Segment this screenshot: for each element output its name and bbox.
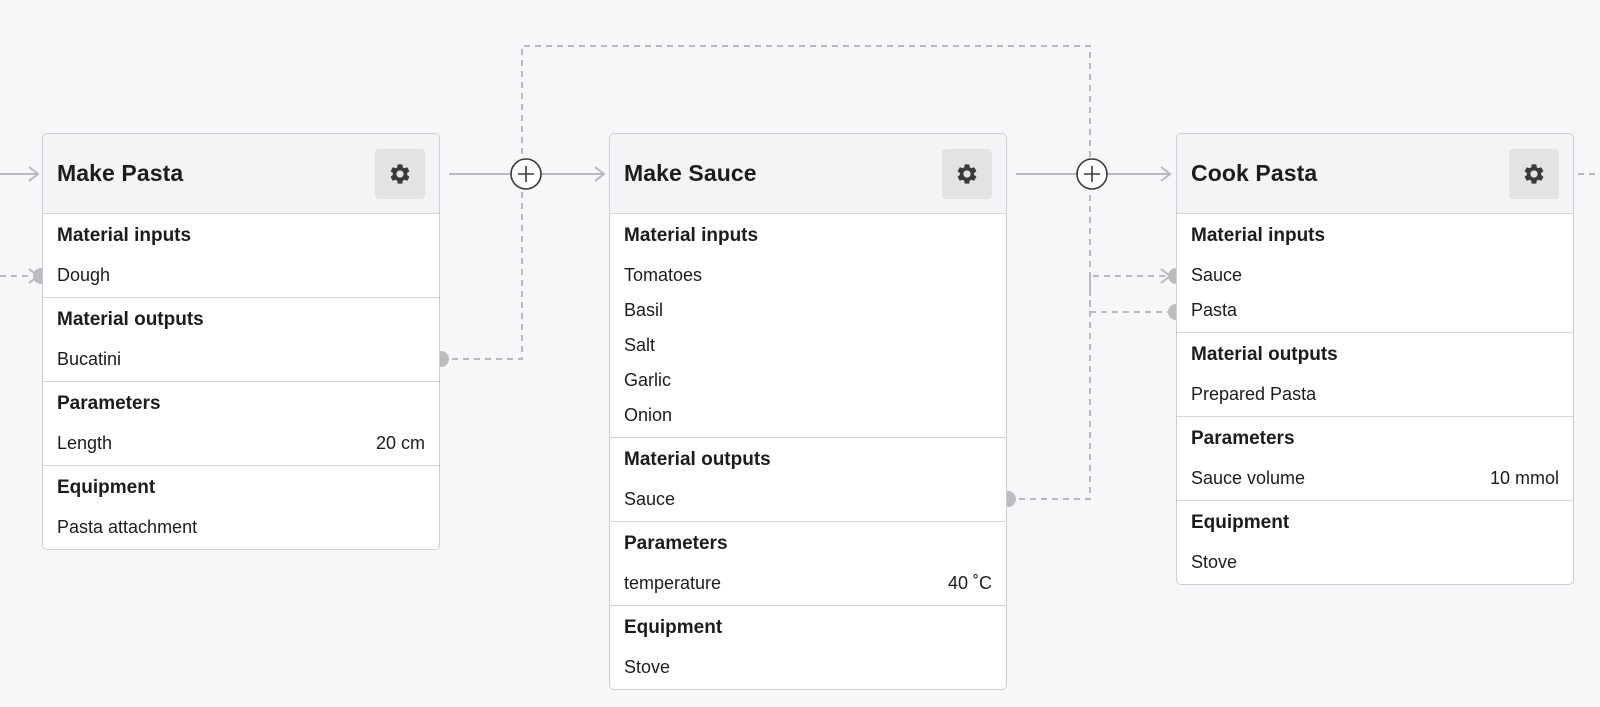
row-label: Stove bbox=[624, 657, 671, 677]
node-header: Make Sauce bbox=[610, 134, 1006, 214]
node-settings-button[interactable] bbox=[1509, 148, 1559, 199]
node-section: Equipment Stove bbox=[1177, 501, 1573, 584]
section-row[interactable]: Sauce bbox=[624, 482, 992, 517]
row-label: Dough bbox=[57, 265, 111, 285]
node-card-cook-pasta[interactable]: Cook Pasta Material inputs Sauce Pasta Mate… bbox=[1176, 133, 1574, 585]
row-label: Basil bbox=[624, 300, 664, 320]
node-card-make-pasta[interactable]: Make Pasta Material inputs Dough Material … bbox=[42, 133, 440, 550]
section-row[interactable]: temperature 40 ˚C bbox=[624, 566, 992, 601]
row-label: Bucatini bbox=[57, 349, 122, 369]
row-label: Prepared Pasta bbox=[1191, 384, 1317, 404]
node-section: Material inputs Dough bbox=[43, 214, 439, 298]
row-label: Pasta attachment bbox=[57, 517, 198, 537]
section-title: Parameters bbox=[624, 533, 728, 554]
row-label: Sauce bbox=[1191, 265, 1243, 285]
section-row[interactable]: Dough bbox=[57, 258, 425, 293]
row-value: 20 cm bbox=[375, 433, 425, 453]
node-title: Make Pasta bbox=[57, 160, 184, 186]
row-value: 10 mmol bbox=[1489, 468, 1559, 488]
node-section: Material outputs Sauce bbox=[610, 438, 1006, 522]
node-section: Material inputs Tomatoes Basil Salt Garlic On… bbox=[610, 214, 1006, 438]
section-row[interactable]: Salt bbox=[624, 328, 992, 363]
section-row[interactable]: Pasta bbox=[1191, 293, 1559, 328]
section-row[interactable]: Pasta attachment bbox=[57, 510, 425, 545]
section-row[interactable]: Onion bbox=[624, 398, 992, 433]
row-label: Sauce volume bbox=[1191, 468, 1306, 488]
section-row[interactable]: Stove bbox=[624, 650, 992, 685]
node-section: Parameters Sauce volume 10 mmol bbox=[1177, 417, 1573, 501]
section-row[interactable]: Tomatoes bbox=[624, 258, 992, 293]
row-label: Pasta bbox=[1191, 300, 1238, 320]
node-header: Make Pasta bbox=[43, 134, 439, 214]
section-title: Material inputs bbox=[57, 225, 192, 246]
node-title: Cook Pasta bbox=[1191, 160, 1318, 186]
workflow-canvas[interactable]: Make Pasta Material inputs Dough Material … bbox=[0, 0, 1600, 707]
node-section: Material outputs Prepared Pasta bbox=[1177, 333, 1573, 417]
section-row[interactable]: Sauce volume 10 mmol bbox=[1191, 461, 1559, 496]
section-row[interactable]: Garlic bbox=[624, 363, 992, 398]
gear-icon bbox=[1522, 162, 1546, 186]
gear-icon bbox=[388, 162, 412, 186]
section-title: Equipment bbox=[624, 617, 723, 638]
section-row[interactable]: Prepared Pasta bbox=[1191, 377, 1559, 412]
row-label: Sauce bbox=[624, 489, 676, 509]
node-settings-button[interactable] bbox=[375, 148, 425, 199]
node-section: Material outputs Bucatini bbox=[43, 298, 439, 382]
row-label: Garlic bbox=[624, 370, 672, 390]
node-section: Equipment Pasta attachment bbox=[43, 466, 439, 549]
node-section: Equipment Stove bbox=[610, 606, 1006, 689]
section-row[interactable]: Sauce bbox=[1191, 258, 1559, 293]
section-title: Material inputs bbox=[624, 225, 759, 246]
section-title: Equipment bbox=[1191, 512, 1290, 533]
section-title: Material inputs bbox=[1191, 225, 1326, 246]
node-header: Cook Pasta bbox=[1177, 134, 1573, 214]
row-label: Length bbox=[57, 433, 113, 453]
section-title: Equipment bbox=[57, 477, 156, 498]
section-title: Parameters bbox=[57, 393, 161, 414]
pasta-input-link bbox=[1089, 290, 1170, 313]
section-title: Material outputs bbox=[57, 309, 204, 330]
section-row[interactable]: Basil bbox=[624, 293, 992, 328]
row-label: temperature bbox=[624, 573, 722, 593]
section-row[interactable]: Stove bbox=[1191, 545, 1559, 580]
section-row[interactable]: Bucatini bbox=[57, 342, 425, 377]
row-value: 40 ˚C bbox=[947, 573, 992, 593]
row-label: Stove bbox=[1191, 552, 1238, 572]
row-label: Salt bbox=[624, 335, 656, 355]
row-label: Onion bbox=[624, 405, 673, 425]
section-title: Material outputs bbox=[624, 449, 771, 470]
node-section: Parameters Length 20 cm bbox=[43, 382, 439, 466]
section-title: Material outputs bbox=[1191, 344, 1338, 365]
row-label: Tomatoes bbox=[624, 265, 703, 285]
sauce-to-sauce-link bbox=[1008, 275, 1170, 500]
section-title: Parameters bbox=[1191, 428, 1295, 449]
node-title: Make Sauce bbox=[624, 160, 757, 186]
section-row[interactable]: Length 20 cm bbox=[57, 426, 425, 461]
gear-icon bbox=[955, 162, 979, 186]
node-section: Parameters temperature 40 ˚C bbox=[610, 522, 1006, 606]
node-card-make-sauce[interactable]: Make Sauce Material inputs Tomatoes Basil S… bbox=[609, 133, 1007, 690]
node-section: Material inputs Sauce Pasta bbox=[1177, 214, 1573, 333]
node-settings-button[interactable] bbox=[942, 148, 992, 199]
